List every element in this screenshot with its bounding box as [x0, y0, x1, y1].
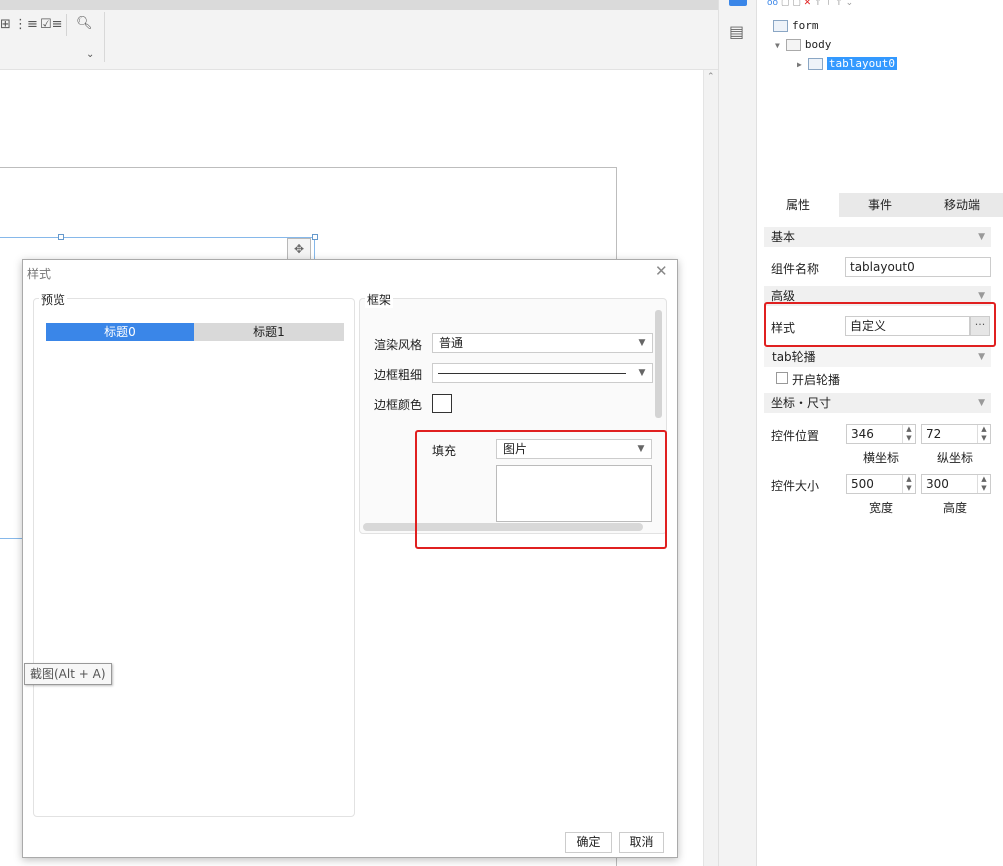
- property-tabs: 属性 事件 移动端: [757, 193, 1003, 217]
- collapse-icon[interactable]: ▼: [978, 227, 985, 247]
- scroll-up-icon[interactable]: ⌃: [707, 72, 715, 82]
- ok-button[interactable]: 确定: [565, 832, 612, 853]
- border-color-label: 边框颜色: [374, 398, 423, 412]
- section-basic[interactable]: 基本 ▼: [764, 227, 991, 247]
- pos-y-stepper[interactable]: 72 ▲ ▼: [921, 424, 991, 444]
- border-color-swatch[interactable]: [432, 394, 452, 413]
- radio-list-icon[interactable]: ⋮≡: [14, 18, 38, 32]
- tablayout-icon: [807, 58, 823, 70]
- y-caption: 纵坐标: [937, 451, 974, 465]
- component-name-label: 组件名称: [771, 262, 820, 276]
- chevron-down-icon[interactable]: ▼: [632, 364, 652, 382]
- move-handle-icon[interactable]: ✥: [287, 238, 311, 260]
- preview-label: 预览: [39, 291, 68, 308]
- stepper-arrows-icon[interactable]: ▲ ▼: [902, 475, 915, 493]
- render-style-label: 渲染风格: [374, 338, 423, 352]
- table-icon[interactable]: ⊞: [0, 18, 11, 32]
- screenshot-tooltip: 截图(Alt + A): [24, 663, 112, 685]
- side-icon-strip: ▤: [718, 0, 757, 866]
- resize-handle[interactable]: [312, 234, 318, 240]
- section-tab-carousel[interactable]: tab轮播 ▼: [764, 347, 991, 367]
- tab-properties[interactable]: 属性: [757, 193, 839, 217]
- tree-move-up-icon[interactable]: ↑ ⊤ ↑ ⌄: [814, 0, 853, 6]
- x-caption: 横坐标: [863, 451, 900, 465]
- frame-vertical-scrollbar[interactable]: [655, 310, 662, 418]
- dialog-title: 样式: [27, 267, 52, 281]
- preview-tab-inactive: 标题1: [194, 323, 344, 341]
- width-stepper[interactable]: 500 ▲ ▼: [846, 474, 916, 494]
- stepper-arrows-icon[interactable]: ▲ ▼: [977, 425, 990, 443]
- section-coordinates[interactable]: 坐标・尺寸 ▼: [764, 393, 991, 413]
- border-width-label: 边框粗细: [374, 368, 423, 382]
- fill-highlight-box: [415, 430, 667, 549]
- position-label: 控件位置: [771, 429, 820, 443]
- carousel-checkbox[interactable]: [776, 372, 788, 384]
- border-width-select[interactable]: ▼: [432, 363, 653, 383]
- width-caption: 宽度: [869, 501, 894, 515]
- height-stepper[interactable]: 300 ▲ ▼: [921, 474, 991, 494]
- style-dialog: 样式 ✕ 预览 标题0 标题1 框架 渲染风格 普通 ▼ 边框粗细 ▼ 边框颜色…: [22, 259, 678, 858]
- preview-icon[interactable]: 🔍︎: [76, 17, 93, 31]
- chevron-down-icon[interactable]: ▼: [632, 334, 652, 352]
- carousel-checkbox-label: 开启轮播: [792, 373, 841, 387]
- tree-item-form[interactable]: form: [773, 16, 819, 35]
- tree-delete-icon[interactable]: ✕: [804, 0, 812, 6]
- tree-item-tablayout0[interactable]: ▶ tablayout0: [797, 54, 898, 73]
- size-label: 控件大小: [771, 479, 820, 493]
- style-highlight-box: [764, 302, 996, 347]
- tab-mobile[interactable]: 移动端: [921, 193, 1003, 217]
- frame-label: 框架: [365, 291, 394, 308]
- pos-x-stepper[interactable]: 346 ▲ ▼: [846, 424, 916, 444]
- render-style-select[interactable]: 普通 ▼: [432, 333, 653, 353]
- editor-toolbar: ⊞ ⋮≡ ☑≡ 🔍︎ ⌄: [0, 0, 718, 70]
- cancel-button[interactable]: 取消: [619, 832, 664, 853]
- component-tree-icon[interactable]: [729, 0, 747, 6]
- line-sample: [438, 373, 626, 374]
- toolbar-expand-icon[interactable]: ⌄: [86, 49, 94, 60]
- preview-tab-active: 标题0: [46, 323, 194, 341]
- toolbar-divider: [66, 14, 67, 36]
- component-name-input[interactable]: tablayout0: [845, 257, 991, 277]
- body-icon: [785, 39, 801, 51]
- collapsed-arrow-icon[interactable]: ▶: [797, 60, 802, 69]
- toolbar-top-strip: [0, 0, 718, 10]
- tree-item-body[interactable]: ▼ body: [775, 35, 831, 54]
- tree-copy-icon[interactable]: ▢ ▢: [781, 0, 801, 6]
- tree-link-icon[interactable]: oo: [767, 0, 778, 6]
- tab-events[interactable]: 事件: [839, 193, 921, 217]
- layout-icon[interactable]: ▤: [729, 22, 744, 41]
- preview-panel: [33, 298, 355, 817]
- tree-toolbar: oo ▢ ▢ ✕ ↑ ⊤ ↑ ⌄: [767, 0, 997, 6]
- height-caption: 高度: [943, 501, 968, 515]
- expanded-arrow-icon[interactable]: ▼: [775, 41, 780, 50]
- collapse-icon[interactable]: ▼: [978, 393, 985, 413]
- resize-handle[interactable]: [58, 234, 64, 240]
- checkbox-list-icon[interactable]: ☑≡: [40, 18, 63, 32]
- collapse-icon[interactable]: ▼: [978, 347, 985, 367]
- canvas-vertical-scrollbar[interactable]: ⌃: [703, 70, 718, 866]
- form-icon: [773, 20, 788, 32]
- stepper-arrows-icon[interactable]: ▲ ▼: [977, 475, 990, 493]
- toolbar-divider: [104, 12, 105, 62]
- stepper-arrows-icon[interactable]: ▲ ▼: [902, 425, 915, 443]
- close-icon[interactable]: ✕: [655, 262, 668, 280]
